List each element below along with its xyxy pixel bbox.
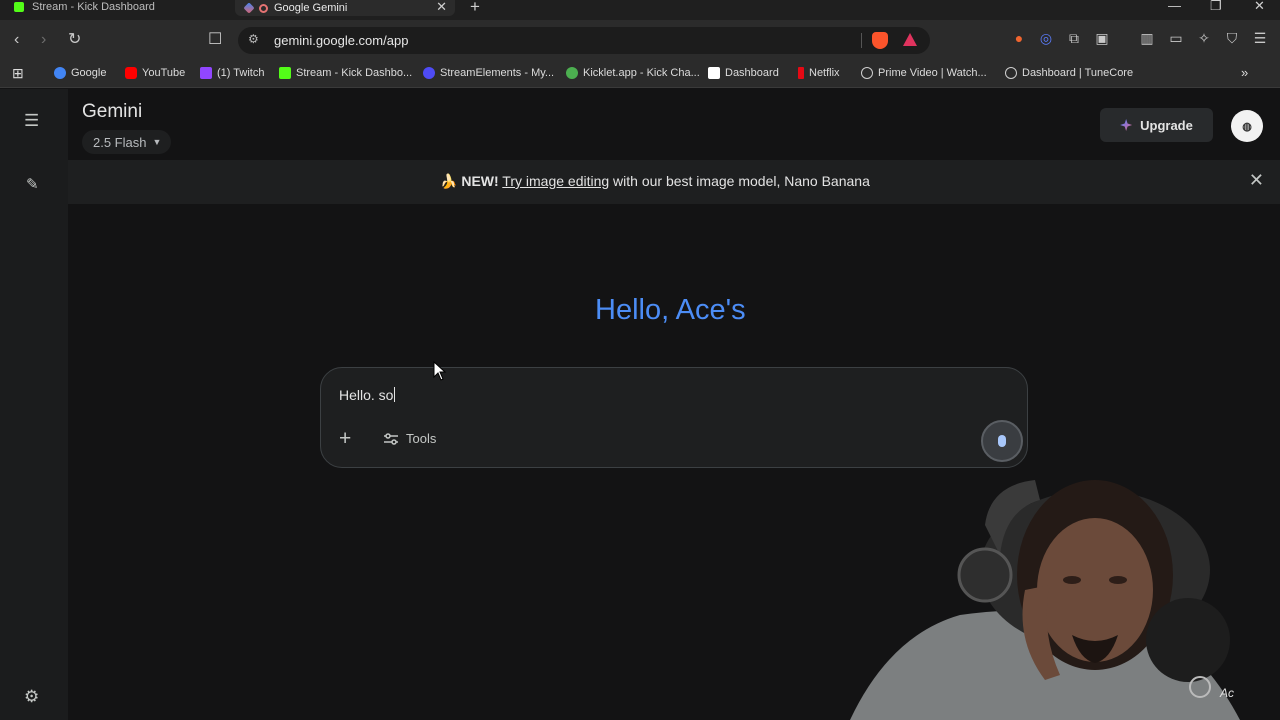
bookmark-label: Prime Video | Watch... <box>878 67 987 79</box>
sliders-icon <box>384 432 398 445</box>
close-window-icon[interactable]: ✕ <box>1254 0 1265 14</box>
new-tab-button[interactable]: + <box>470 0 480 17</box>
banana-icon: 🍌 <box>440 173 458 189</box>
banner-suffix: with our best image model, Nano Banana <box>613 173 870 189</box>
bookmark-streamelements[interactable]: StreamElements - My... <box>423 67 554 79</box>
text-caret <box>394 387 396 402</box>
restore-icon[interactable]: ❐ <box>1210 0 1222 14</box>
screenshot-icon[interactable]: ▣ <box>1094 30 1110 46</box>
upgrade-label: Upgrade <box>1140 117 1193 133</box>
bookmark-label: Dashboard <box>725 67 779 79</box>
address-bar[interactable]: ⚙ gemini.google.com/app <box>238 27 930 54</box>
greeting: Hello, Ace's <box>595 294 746 326</box>
banner-text: 🍌 NEW! Try image editing with our best i… <box>440 173 870 190</box>
bookmark-kick[interactable]: Stream - Kick Dashbo... <box>279 67 412 79</box>
mouse-pointer-icon <box>433 361 447 381</box>
more-bookmarks-icon[interactable]: » <box>1241 65 1248 80</box>
announcement-banner: 🍌 NEW! Try image editing with our best i… <box>68 160 1280 204</box>
prompt-text[interactable]: Hello. so <box>339 387 396 403</box>
tab-strip: Stream - Kick Dashboard Google Gemini ✕ … <box>0 0 1280 20</box>
tab-google-gemini[interactable]: Google Gemini ✕ <box>235 0 455 16</box>
twitch-icon <box>200 67 212 79</box>
bookmark-prime-video[interactable]: Prime Video | Watch... <box>861 67 987 79</box>
sidebar-icon[interactable]: ▥ <box>1139 30 1155 46</box>
wallet-icon[interactable]: ▭ <box>1168 30 1184 46</box>
bookmark-youtube[interactable]: YouTube <box>125 67 185 79</box>
extensions-puzzle-icon[interactable]: ⧉ <box>1066 30 1082 46</box>
bookmark-label: StreamElements - My... <box>440 67 555 79</box>
recording-icon <box>259 3 268 13</box>
bookmark-label: Stream - Kick Dashbo... <box>296 67 413 79</box>
add-attachment-button[interactable]: + <box>339 428 351 449</box>
minimize-icon[interactable]: — <box>1168 0 1181 13</box>
upgrade-button[interactable]: Upgrade <box>1100 108 1213 142</box>
bookmark-netflix[interactable]: Netflix <box>798 67 840 79</box>
svg-text:Ac: Ac <box>1219 686 1234 700</box>
microphone-button[interactable] <box>981 420 1023 462</box>
webcam-overlay: Ac <box>850 480 1240 720</box>
back-icon[interactable]: ‹ <box>14 30 19 50</box>
globe-icon <box>1005 67 1017 79</box>
kick-icon <box>279 67 291 79</box>
extension-icon[interactable]: ● <box>1011 30 1027 46</box>
app-title: Gemini <box>82 101 143 122</box>
reload-icon[interactable]: ↻ <box>68 30 81 50</box>
google-icon <box>54 67 66 79</box>
leo-ai-icon[interactable]: ✧ <box>1196 30 1212 46</box>
bookmark-tunecore[interactable]: Dashboard | TuneCore <box>1005 67 1133 79</box>
bookmark-label: Dashboard | TuneCore <box>1022 67 1134 79</box>
prompt-input[interactable]: Hello. so + Tools <box>320 367 1028 468</box>
bookmark-google[interactable]: Google <box>54 67 106 79</box>
tab-title: Stream - Kick Dashboard <box>32 1 155 13</box>
close-banner-icon[interactable]: ✕ <box>1249 170 1264 191</box>
banner-new-badge: NEW! <box>461 173 499 189</box>
model-label: 2.5 Flash <box>93 134 147 150</box>
extension-icon[interactable]: ◎ <box>1038 30 1054 46</box>
tab-title: Google Gemini <box>274 2 348 14</box>
tools-label: Tools <box>406 431 437 446</box>
banner-link[interactable]: Try image editing <box>502 173 609 189</box>
sparkle-icon <box>1120 119 1133 131</box>
chevron-down-icon: ▼ <box>152 137 162 147</box>
forward-icon[interactable]: › <box>41 30 46 50</box>
microphone-icon <box>998 435 1006 447</box>
bookmark-twitch[interactable]: (1) Twitch <box>200 67 264 79</box>
tools-button[interactable]: Tools <box>383 431 436 446</box>
netflix-icon <box>798 67 804 79</box>
prompt-value: Hello. so <box>339 387 394 403</box>
bookmark-icon[interactable]: ☐ <box>208 30 222 50</box>
bookmark-label: Google <box>71 67 107 79</box>
dashboard-icon <box>708 67 720 79</box>
close-tab-icon[interactable]: ✕ <box>436 0 447 15</box>
bookmark-label: Netflix <box>809 67 840 79</box>
menu-icon[interactable]: ☰ <box>1252 30 1268 46</box>
settings-gear-icon[interactable]: ⚙ <box>24 687 39 707</box>
url-text[interactable]: gemini.google.com/app <box>274 33 408 48</box>
bookmark-dashboard[interactable]: Dashboard <box>708 67 779 79</box>
side-rail: ☰ ✎ ⚙ <box>0 89 68 720</box>
site-settings-icon[interactable]: ⚙ <box>248 32 259 46</box>
gemini-icon <box>243 2 255 14</box>
apps-grid-icon[interactable]: ⊞ <box>12 65 24 82</box>
bookmark-label: (1) Twitch <box>217 67 265 79</box>
avatar[interactable]: ◍ <box>1231 110 1263 142</box>
new-chat-icon[interactable]: ✎ <box>26 175 39 193</box>
bookmark-label: Kicklet.app - Kick Cha... <box>583 67 700 79</box>
youtube-icon <box>125 67 137 79</box>
vpn-icon[interactable]: ⛉ <box>1224 30 1240 46</box>
tab-kick-dashboard[interactable]: Stream - Kick Dashboard <box>14 0 155 14</box>
brave-rewards-icon[interactable] <box>903 33 917 46</box>
bookmark-label: YouTube <box>142 67 186 79</box>
bookmark-kicklet[interactable]: Kicklet.app - Kick Cha... <box>566 67 700 79</box>
globe-icon <box>861 67 873 79</box>
main-menu-icon[interactable]: ☰ <box>24 111 39 131</box>
divider <box>861 33 862 48</box>
streamelements-icon <box>423 67 435 79</box>
kick-icon <box>14 2 24 12</box>
kicklet-icon <box>566 67 578 79</box>
bookmarks-bar: ⊞ Google YouTube (1) Twitch Stream - Kic… <box>0 60 1280 88</box>
model-selector[interactable]: 2.5 Flash ▼ <box>82 130 172 154</box>
brave-shields-icon[interactable] <box>872 32 888 49</box>
